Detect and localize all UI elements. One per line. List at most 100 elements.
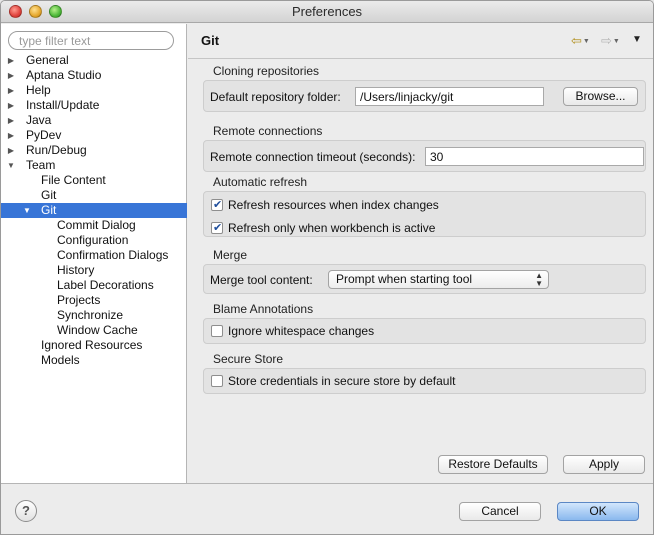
merge-tool-value: Prompt when starting tool (336, 272, 473, 286)
tree-item-label: General (26, 53, 69, 67)
tree-item[interactable]: ▶ General (1, 53, 187, 68)
tree-item-label: Git (41, 203, 57, 217)
remote-group-label: Remote connections (213, 124, 323, 138)
tree-item-label: Help (26, 83, 51, 97)
tree-item[interactable]: Ignored Resources (1, 338, 187, 353)
store-credentials-label: Store credentials in secure store by def… (228, 374, 456, 388)
page-title: Git (201, 33, 220, 48)
secure-group: Store credentials in secure store by def… (203, 368, 646, 394)
tree-item-label: Confirmation Dialogs (57, 248, 169, 262)
title-bar: Preferences (1, 1, 653, 23)
ignore-whitespace-checkbox[interactable]: Ignore whitespace changes (211, 323, 374, 339)
ok-button[interactable]: OK (557, 502, 639, 521)
blame-group: Ignore whitespace changes (203, 318, 646, 344)
tree-item-label: Configuration (57, 233, 129, 247)
help-icon[interactable]: ? (15, 500, 37, 522)
tree-item[interactable]: Confirmation Dialogs (1, 248, 187, 263)
tree-item-label: File Content (41, 173, 106, 187)
preferences-window: Preferences ▶General▶Aptana Studio▶Help▶… (0, 0, 654, 535)
restore-defaults-button[interactable]: Restore Defaults (438, 455, 548, 474)
tree-item[interactable]: ▶ Help (1, 83, 187, 98)
tree-item-label: Team (26, 158, 56, 172)
refresh-workbench-active-label: Refresh only when workbench is active (228, 221, 436, 235)
tree-item[interactable]: Projects (1, 293, 187, 308)
collapsed-twisty-icon[interactable]: ▶ (6, 113, 16, 128)
back-dropdown-icon[interactable]: ▼ (583, 38, 590, 45)
tree-item-label: Synchronize (57, 308, 124, 322)
expanded-twisty-icon[interactable]: ▼ (6, 158, 16, 173)
tree-item-label: Commit Dialog (57, 218, 136, 232)
default-folder-input[interactable] (355, 87, 544, 106)
tree-item[interactable]: Models (1, 353, 187, 368)
collapsed-twisty-icon[interactable]: ▶ (6, 128, 16, 143)
tree-item[interactable]: Git (1, 188, 187, 203)
tree-item-label: Models (41, 353, 80, 367)
filter-input[interactable] (8, 31, 174, 50)
tree-item[interactable]: ▶ PyDev (1, 128, 187, 143)
cloning-group-label: Cloning repositories (213, 64, 320, 78)
tree-item-label: History (57, 263, 95, 277)
collapsed-twisty-icon[interactable]: ▶ (6, 143, 16, 158)
merge-tool-select[interactable]: Prompt when starting tool ▲ ▼ (328, 270, 549, 289)
tree-item-label: Java (26, 113, 52, 127)
back-arrow-icon[interactable]: ⇦▼ (571, 33, 590, 49)
tree-item[interactable]: Label Decorations (1, 278, 187, 293)
tree-item-label: Install/Update (26, 98, 100, 112)
title-divider (188, 58, 653, 59)
collapsed-twisty-icon[interactable]: ▶ (6, 98, 16, 113)
forward-dropdown-icon[interactable]: ▼ (613, 38, 620, 45)
collapsed-twisty-icon[interactable]: ▶ (6, 68, 16, 83)
select-arrows-icon: ▲ ▼ (535, 271, 543, 288)
expanded-twisty-icon[interactable]: ▼ (22, 203, 32, 218)
remote-group: Remote connection timeout (seconds): (203, 140, 646, 172)
tree-item[interactable]: ▶ Aptana Studio (1, 68, 187, 83)
collapsed-twisty-icon[interactable]: ▶ (6, 83, 16, 98)
tree-item-label: Label Decorations (57, 278, 154, 292)
forward-arrow-icon[interactable]: ⇨▼ (601, 33, 620, 49)
refresh-group: Refresh resources when index changes Ref… (203, 191, 646, 237)
refresh-workbench-active-checkbox[interactable]: Refresh only when workbench is active (211, 220, 435, 236)
tree-item[interactable]: ▼ Git (1, 203, 187, 218)
checkbox-unchecked-icon[interactable] (211, 375, 223, 387)
tree-item-label: Window Cache (57, 323, 138, 337)
tree-item[interactable]: Configuration (1, 233, 187, 248)
tree-item-label: PyDev (26, 128, 62, 142)
tree-item-label: Ignored Resources (41, 338, 143, 352)
preference-tree-pane: ▶ General ▶ Aptana Studio ▶ Help ▶ Install/Upda… (1, 24, 187, 483)
browse-button[interactable]: Browse... (563, 87, 638, 106)
timeout-input[interactable] (425, 147, 644, 166)
merge-group: Merge tool content: Prompt when starting… (203, 264, 646, 294)
cloning-group: Default repository folder: Browse... (203, 80, 646, 112)
checkbox-unchecked-icon[interactable] (211, 325, 223, 337)
tree-item[interactable]: File Content (1, 173, 187, 188)
collapsed-twisty-icon[interactable]: ▶ (6, 53, 16, 68)
tree-item[interactable]: History (1, 263, 187, 278)
ignore-whitespace-label: Ignore whitespace changes (228, 324, 375, 338)
checkbox-checked-icon[interactable] (211, 197, 223, 213)
merge-group-label: Merge (213, 248, 248, 262)
tree-item[interactable]: Commit Dialog (1, 218, 187, 233)
tree-item[interactable]: Synchronize (1, 308, 187, 323)
close-window-button[interactable] (9, 5, 22, 18)
tree-item-label: Projects (57, 293, 101, 307)
default-folder-label: Default repository folder: (210, 90, 341, 104)
window-title: Preferences (291, 4, 363, 19)
tree-item[interactable]: ▶ Java (1, 113, 187, 128)
checkbox-checked-icon[interactable] (211, 220, 223, 236)
tree-item[interactable]: ▼ Team (1, 158, 187, 173)
minimize-window-button[interactable] (29, 5, 42, 18)
zoom-window-button[interactable] (49, 5, 62, 18)
timeout-label: Remote connection timeout (seconds): (210, 150, 416, 164)
preference-tree: ▶ General ▶ Aptana Studio ▶ Help ▶ Install/Upda… (1, 53, 187, 368)
tree-item[interactable]: ▶ Install/Update (1, 98, 187, 113)
apply-button[interactable]: Apply (563, 455, 645, 474)
store-credentials-checkbox[interactable]: Store credentials in secure store by def… (211, 373, 455, 389)
refresh-index-changes-checkbox[interactable]: Refresh resources when index changes (211, 197, 439, 213)
tree-item-label: Aptana Studio (26, 68, 102, 82)
refresh-index-changes-label: Refresh resources when index changes (228, 198, 439, 212)
tree-item[interactable]: ▶ Run/Debug (1, 143, 187, 158)
view-menu-icon[interactable]: ▼ (632, 34, 642, 45)
tree-item[interactable]: Window Cache (1, 323, 187, 338)
cancel-button[interactable]: Cancel (459, 502, 541, 521)
tree-item-label: Run/Debug (26, 143, 87, 157)
